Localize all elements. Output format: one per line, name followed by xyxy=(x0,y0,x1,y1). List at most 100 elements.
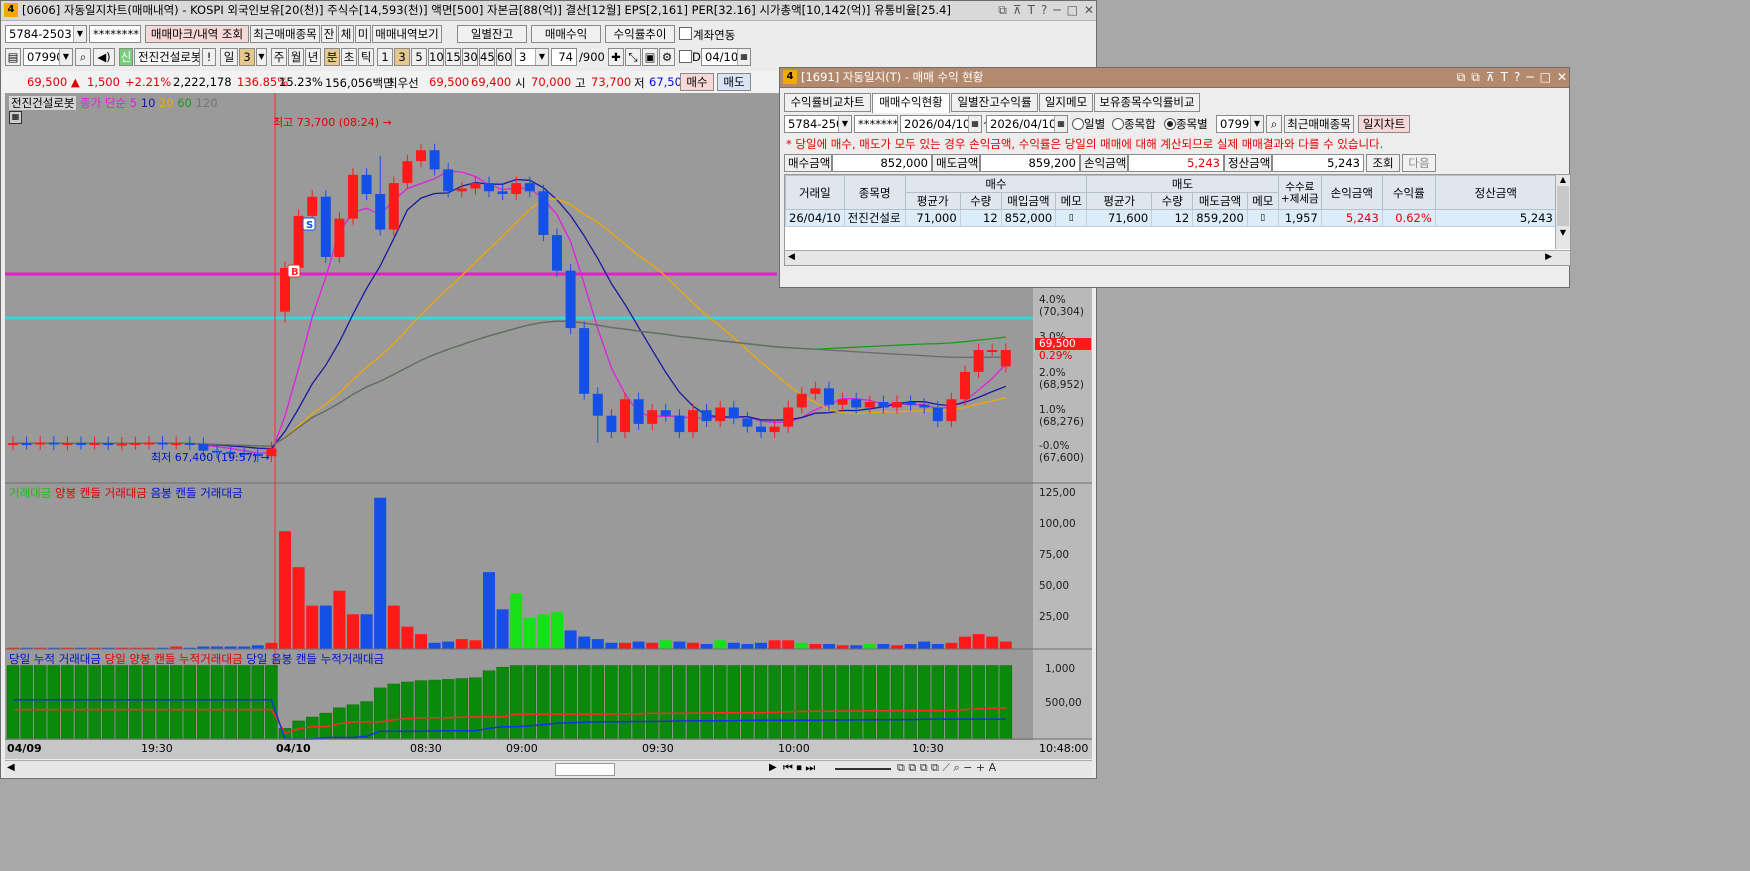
interval-45-button[interactable]: 45 xyxy=(479,48,495,66)
interval-60-button[interactable]: 60 xyxy=(496,48,512,66)
period-minute-button[interactable]: 분 xyxy=(324,48,340,66)
buy-button[interactable]: 매수 xyxy=(680,73,714,91)
account-link-checkbox[interactable] xyxy=(679,27,692,40)
balance-button[interactable]: 잔 xyxy=(321,25,337,43)
layout-icon[interactable]: ▤ xyxy=(5,48,21,66)
table-row[interactable]: 26/04/10 전진건설로 71,000 12 852,000 ▯ 71,60… xyxy=(785,209,1557,227)
date-from-input[interactable]: 2026/04/10 ▦ xyxy=(900,115,982,133)
zoom-slider[interactable] xyxy=(835,768,891,770)
maximize-icon[interactable]: □ xyxy=(1540,70,1551,84)
minimize-icon[interactable]: ─ xyxy=(1053,3,1060,17)
search-icon[interactable]: ⌕ xyxy=(1266,115,1282,133)
panel-menu-icon[interactable]: ▦ xyxy=(9,111,22,124)
scroll-down-icon[interactable]: ▼ xyxy=(1556,228,1570,237)
tab-daily-balance-profit[interactable]: 일별잔고수익률 xyxy=(951,93,1038,112)
recent-trades-button[interactable]: 최근매매종목 xyxy=(250,25,320,43)
font-icon[interactable]: T xyxy=(1501,70,1508,84)
period-number-select[interactable]: 3 xyxy=(239,48,255,66)
account-select[interactable]: 5784-2503 ▼ xyxy=(5,25,87,43)
journal-chart-button[interactable]: 일지차트 xyxy=(1358,115,1410,133)
tab-profit-compare-chart[interactable]: 수익률비교차트 xyxy=(784,93,871,112)
scroll-left-icon[interactable]: ◀ xyxy=(788,252,795,262)
horizontal-scrollbar[interactable]: ◀ ▶ xyxy=(785,250,1570,265)
memo-icon[interactable]: ▯ xyxy=(1055,209,1088,227)
trade-profit-button[interactable]: 매매수익 xyxy=(531,25,601,43)
help-icon[interactable]: ? xyxy=(1041,3,1047,17)
draw-icon[interactable]: ⤡ xyxy=(625,48,641,66)
font-icon[interactable]: T xyxy=(1028,3,1035,17)
plus-icon[interactable]: ✚ xyxy=(608,48,624,66)
zoom-tools-icon[interactable]: ⧉ ⧉ ⧉ ⧉ ⟋ ⌕ − + A xyxy=(897,761,996,775)
chevron-down-icon[interactable]: ▼ xyxy=(1250,116,1263,132)
maximize-icon[interactable]: □ xyxy=(1067,3,1078,17)
restore-icon[interactable]: ⧉ xyxy=(998,3,1007,17)
period-tick-button[interactable]: 틱 xyxy=(358,48,374,66)
interval-5-button[interactable]: 5 xyxy=(411,48,427,66)
stock-code-input[interactable]: 079900 ▼ xyxy=(23,48,73,66)
save-icon[interactable]: ▣ xyxy=(642,48,658,66)
minimize-icon[interactable]: ─ xyxy=(1526,70,1533,84)
sell-button[interactable]: 매도 xyxy=(717,73,751,91)
recent-trade-stocks-button[interactable]: 최근매매종목 xyxy=(1284,115,1354,133)
scroll-left-icon[interactable]: ◀ xyxy=(7,762,15,773)
vertical-scrollbar[interactable]: ▲ ▼ xyxy=(1555,175,1570,249)
tab-journal-memo[interactable]: 일지메모 xyxy=(1039,93,1093,112)
chevron-down-icon[interactable]: ▼ xyxy=(256,48,267,66)
candle-count-input[interactable]: 74 xyxy=(551,48,577,66)
search-icon[interactable]: ⌕ xyxy=(75,48,91,66)
memo-icon[interactable]: ▯ xyxy=(1246,209,1279,227)
next-button[interactable]: 다음 xyxy=(1402,154,1436,172)
profit-code-input[interactable]: 079900 ▼ xyxy=(1216,115,1264,133)
interval-10-button[interactable]: 10 xyxy=(428,48,444,66)
restore-icon[interactable]: ⧉ xyxy=(1457,70,1466,84)
scroll-right-icon[interactable]: ▶ xyxy=(1545,252,1552,262)
calendar-icon[interactable]: ▦ xyxy=(968,116,981,132)
radio-daily[interactable] xyxy=(1072,118,1084,130)
close-icon[interactable]: ✕ xyxy=(1557,70,1567,84)
radio-by-stock[interactable] xyxy=(1164,118,1176,130)
chevron-down-icon[interactable]: ▼ xyxy=(535,49,548,65)
pin-icon[interactable]: ⊼ xyxy=(1486,70,1495,84)
bottom-scrollbar[interactable]: ◀ ▶ ⏮ ⏹ ⏭ ⧉ ⧉ ⧉ ⧉ ⟋ ⌕ − + A xyxy=(5,760,1092,777)
date-to-input[interactable]: 2026/04/10 ▦ xyxy=(986,115,1068,133)
calendar-icon[interactable]: ▦ xyxy=(737,49,750,65)
profit-account-select[interactable]: 5784-2503 ▼ xyxy=(784,115,852,133)
unfilled-button[interactable]: 미 xyxy=(355,25,371,43)
period-second-button[interactable]: 초 xyxy=(341,48,357,66)
chevron-down-icon[interactable]: ▼ xyxy=(73,26,86,42)
main-title-bar[interactable]: 4 [0606] 자동일지차트(매매내역) - KOSPI 외국인보유[20(천)… xyxy=(1,1,1096,21)
date-checkbox[interactable] xyxy=(679,50,692,63)
speaker-icon[interactable]: ◀) xyxy=(93,48,115,66)
query-button[interactable]: 조회 xyxy=(1366,154,1400,172)
help-icon[interactable]: ? xyxy=(1514,70,1520,84)
gear-icon[interactable]: ⚙ xyxy=(659,48,675,66)
interval-1-button[interactable]: 1 xyxy=(377,48,393,66)
scroll-thumb[interactable] xyxy=(555,763,615,776)
radio-stock-sum[interactable] xyxy=(1112,118,1124,130)
scroll-thumb[interactable] xyxy=(1557,186,1569,226)
trade-mark-query-button[interactable]: 매매마크/내역 조회 xyxy=(145,25,249,43)
chevron-down-icon[interactable]: ▼ xyxy=(59,49,72,65)
daily-balance-button[interactable]: 일별잔고 xyxy=(457,25,527,43)
close-icon[interactable]: ✕ xyxy=(1084,3,1094,17)
calendar-icon[interactable]: ▦ xyxy=(1054,116,1067,132)
scroll-up-icon[interactable]: ▲ xyxy=(1556,175,1570,184)
interval-select[interactable]: 3 ▼ xyxy=(515,48,549,66)
filled-button[interactable]: 체 xyxy=(338,25,354,43)
interval-15-button[interactable]: 15 xyxy=(445,48,461,66)
alert-button[interactable]: ! xyxy=(202,48,216,66)
period-week-button[interactable]: 주 xyxy=(271,48,287,66)
period-day-button[interactable]: 일 xyxy=(220,48,238,66)
interval-30-button[interactable]: 30 xyxy=(462,48,478,66)
profit-password-field[interactable]: ******** xyxy=(854,115,898,133)
tab-trade-profit-status[interactable]: 매매수익현황 xyxy=(872,93,950,113)
profit-title-bar[interactable]: 4 [1691] 자동일지(T) - 매매 수익 현황 ⧉ ⧉ ⊼ T? ─ □ ✕ xyxy=(780,68,1569,88)
interval-3-button[interactable]: 3 xyxy=(394,48,410,66)
profit-trend-button[interactable]: 수익률추이 xyxy=(605,25,675,43)
period-month-button[interactable]: 월 xyxy=(288,48,304,66)
password-field[interactable]: ******** xyxy=(89,25,141,43)
copy-icon[interactable]: ⧉ xyxy=(1471,70,1480,84)
chevron-down-icon[interactable]: ▼ xyxy=(838,116,851,132)
trade-history-button[interactable]: 매매내역보기 xyxy=(372,25,442,43)
scroll-right-icon[interactable]: ▶ xyxy=(769,762,777,773)
